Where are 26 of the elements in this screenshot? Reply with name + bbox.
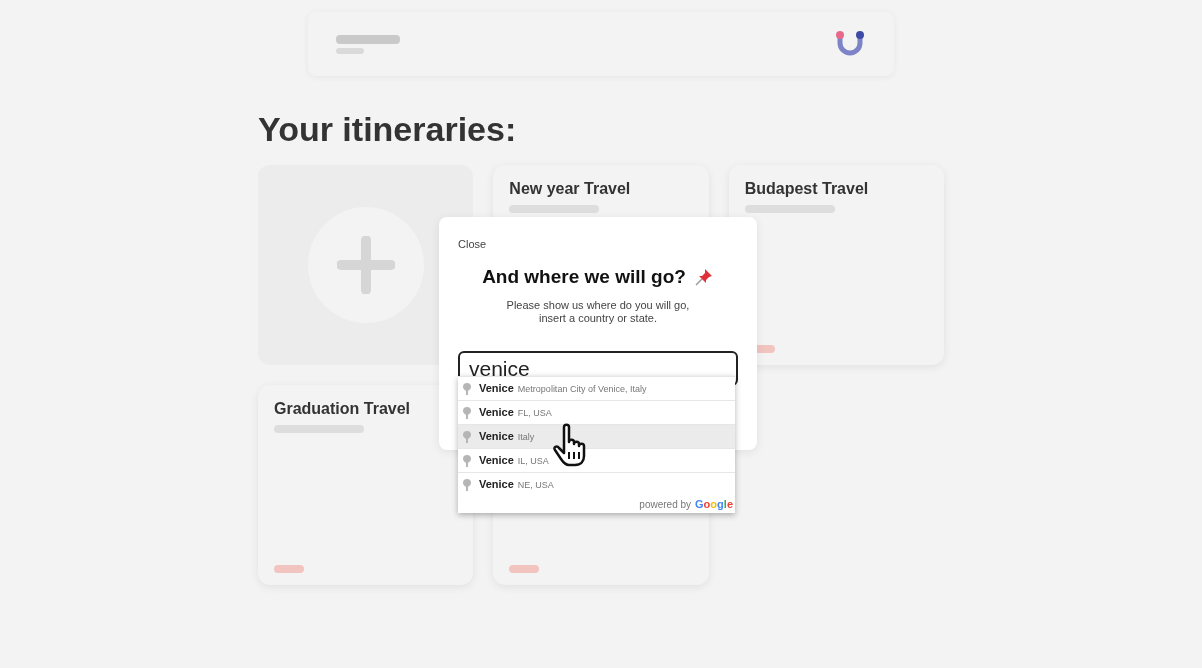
suggestion-item[interactable]: Venice Italy [458,424,735,448]
suggestion-item[interactable]: Venice IL, USA [458,448,735,472]
suggestion-detail: Italy [517,431,535,445]
suggestion-name: Venice [479,405,514,421]
suggestion-detail: Metropolitan City of Venice, Italy [517,383,647,397]
suggestion-name: Venice [479,477,514,493]
suggestion-item[interactable]: Venice Metropolitan City of Venice, Italy [458,376,735,400]
suggestion-detail: IL, USA [517,455,549,469]
itinerary-card[interactable]: Graduation Travel [258,385,474,585]
suggestion-detail: NE, USA [517,479,554,493]
itinerary-title: Budapest Travel [744,179,870,199]
itinerary-card[interactable]: Budapest Travel [728,165,944,365]
suggestion-name: Venice [479,453,514,469]
dialog-subtitle: Please show us where do you will go, [506,299,690,312]
suggestion-item[interactable]: Venice NE, USA [458,472,735,496]
suggestion-item[interactable]: Venice FL, USA [458,400,735,424]
suggestion-detail: FL, USA [517,407,552,421]
google-logo: Google [695,497,733,513]
itinerary-title: Graduation Travel [274,399,412,419]
dialog-title: And where we will go? [482,264,686,289]
suggestion-name: Venice [479,429,514,445]
dialog-subtitle: insert a country or state. [539,312,657,325]
close-link[interactable]: Close [458,236,487,253]
attribution-text: powered by [639,498,692,512]
itinerary-title: New year Travel [509,179,632,199]
page-heading: Your itineraries: [258,109,518,150]
